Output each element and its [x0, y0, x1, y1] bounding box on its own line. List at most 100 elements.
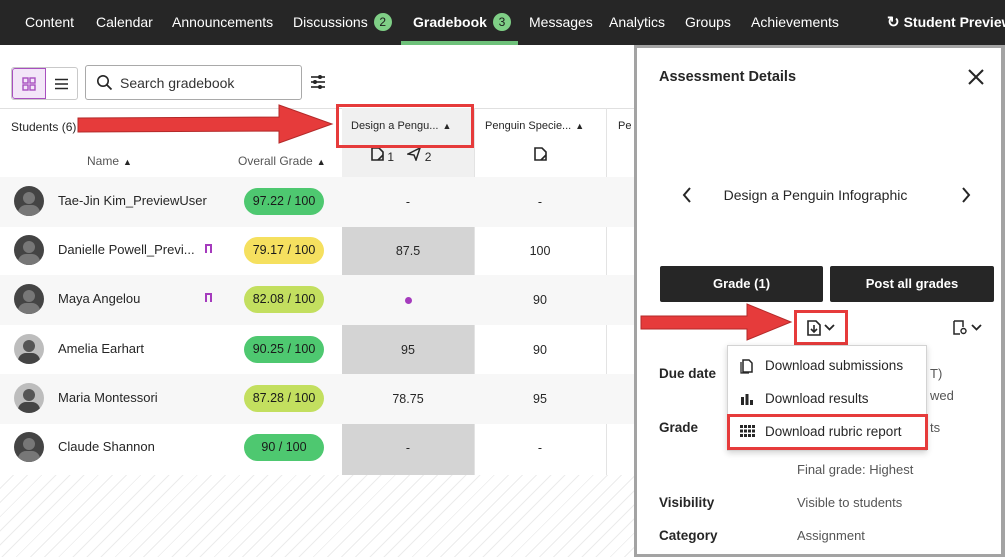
grid-view-button[interactable] — [12, 68, 46, 99]
avatar — [14, 284, 44, 314]
tab-announcements[interactable]: Announcements — [172, 0, 273, 45]
visibility-label: Visibility — [659, 495, 715, 510]
tab-label: Messages — [529, 14, 593, 30]
student-name[interactable]: Claude Shannon — [58, 439, 155, 454]
grade-cell[interactable]: - — [342, 423, 474, 473]
overall-grade-pill[interactable]: 82.08 / 100 — [244, 286, 324, 313]
column-status-icons: 1 2 — [371, 146, 432, 164]
list-icon — [54, 78, 68, 89]
grade-cell[interactable]: 78.75 — [342, 374, 474, 424]
avatar — [14, 235, 44, 265]
overall-grade-pill[interactable]: 90.25 / 100 — [244, 336, 324, 363]
submission-count: 1 — [387, 150, 395, 164]
grade-cell[interactable]: - — [474, 423, 606, 473]
visibility-value: Visible to students — [797, 495, 903, 510]
table-row[interactable]: Maya Angelou 82.08 / 100 90 — [0, 275, 634, 325]
table-row[interactable]: Tae-Jin Kim_PreviewUser 97.22 / 100 - - — [0, 177, 634, 227]
student-name[interactable]: Tae-Jin Kim_PreviewUser — [58, 193, 207, 208]
chevron-right-icon[interactable] — [961, 187, 971, 203]
column-highlight-box — [336, 104, 474, 148]
bar-chart-icon — [741, 394, 753, 405]
overall-grade-pill[interactable]: 90 / 100 — [244, 434, 324, 461]
view-toggle — [11, 67, 78, 100]
tab-label: Discussions — [293, 14, 368, 30]
search-icon — [97, 75, 113, 91]
tab-label: Analytics — [609, 14, 666, 30]
chevron-down-icon — [824, 324, 835, 331]
sort-icon: ▲ — [575, 121, 585, 131]
tab-label: Calendar — [96, 14, 153, 30]
due-date-value-partial: wed — [930, 388, 954, 403]
tab-label: Achievements — [751, 14, 839, 30]
student-name[interactable]: Maya Angelou — [58, 291, 140, 306]
empty-area — [0, 475, 634, 557]
close-icon[interactable] — [967, 68, 985, 86]
grade-cell[interactable]: 90 — [474, 275, 606, 325]
student-preview-label: Student Preview — [903, 14, 1005, 30]
tab-calendar[interactable]: Calendar — [96, 0, 153, 45]
chevron-down-icon — [971, 324, 982, 331]
student-name[interactable]: Maria Montessori — [58, 390, 158, 405]
refresh-icon: ↻ — [887, 14, 900, 31]
download-results-item[interactable]: Download results — [728, 383, 926, 415]
tab-discussions[interactable]: Discussions 2 — [293, 0, 392, 45]
count-badge: 3 — [492, 13, 511, 31]
name-column-header[interactable]: Name ▲︎ — [87, 154, 132, 168]
options-dropdown[interactable] — [953, 320, 982, 335]
download-submissions-item[interactable]: Download submissions — [728, 350, 926, 382]
grade-value-partial: ts — [930, 420, 941, 435]
grade-cell[interactable]: 87.5 — [342, 226, 474, 276]
tab-content[interactable]: Content — [25, 0, 74, 45]
grade-cell[interactable]: 95 — [474, 374, 606, 424]
list-view-button[interactable] — [46, 68, 78, 99]
avatar — [14, 383, 44, 413]
overall-grade-pill[interactable]: 79.17 / 100 — [244, 237, 324, 264]
download-dropdown-button[interactable] — [794, 310, 848, 345]
post-all-grades-button[interactable]: Post all grades — [830, 266, 994, 302]
name-header-label: Name — [87, 154, 120, 168]
sort-icon: ▲︎ — [316, 157, 326, 167]
grade-button[interactable]: Grade (1) — [660, 266, 823, 302]
posted-icon — [405, 146, 422, 163]
annotation-arrow — [77, 104, 334, 144]
posted-count: 2 — [424, 150, 432, 164]
download-menu: Download submissions Download results Do… — [727, 345, 928, 451]
panel-title: Assessment Details — [659, 69, 797, 85]
tab-analytics[interactable]: Analytics — [609, 0, 665, 45]
grade-cell[interactable]: 100 — [474, 226, 606, 276]
filter-icon[interactable] — [309, 73, 327, 91]
table-row[interactable]: Claude Shannon 90 / 100 - - — [0, 423, 634, 473]
student-preview-button[interactable]: ↻ Student Preview — [887, 0, 1005, 45]
grade-cell[interactable]: 95 — [342, 325, 474, 375]
grade-cell[interactable]: - — [342, 177, 474, 227]
student-name[interactable]: Amelia Earhart — [58, 341, 144, 356]
overall-grade-pill[interactable]: 87.28 / 100 — [244, 385, 324, 412]
rubric-icon — [740, 425, 755, 437]
table-row[interactable]: Danielle Powell_Previ... 79.17 / 100 87.… — [0, 226, 634, 276]
download-rubric-report-item[interactable]: Download rubric report — [727, 414, 928, 450]
overall-grade-pill[interactable]: 97.22 / 100 — [244, 188, 324, 215]
grade-cell[interactable]: 90 — [474, 325, 606, 375]
overall-header-label: Overall Grade — [238, 154, 313, 168]
grade-cell[interactable]: - — [474, 177, 606, 227]
tab-messages[interactable]: Messages — [529, 0, 593, 45]
search-input[interactable] — [120, 72, 295, 94]
submission-icon — [534, 147, 547, 161]
top-navigation: Content Calendar Announcements Discussio… — [0, 0, 1005, 45]
bookmark-icon — [205, 293, 212, 302]
grade-cell[interactable] — [342, 275, 474, 325]
tab-achievements[interactable]: Achievements — [751, 0, 839, 45]
overall-grade-column-header[interactable]: Overall Grade ▲︎ — [238, 154, 326, 168]
count-badge: 2 — [373, 13, 392, 31]
tab-groups[interactable]: Groups — [685, 0, 731, 45]
student-name[interactable]: Danielle Powell_Previ... — [58, 242, 195, 257]
tab-gradebook[interactable]: Gradebook 3 — [413, 0, 511, 45]
column-header-partial[interactable]: Pe — [618, 120, 631, 132]
assessment-details-panel: Assessment Details Design a Penguin Info… — [634, 45, 1005, 557]
avatar — [14, 432, 44, 462]
table-row[interactable]: Amelia Earhart 90.25 / 100 95 90 — [0, 325, 634, 375]
column-header-penguin-species[interactable]: Penguin Specie... ▲ — [485, 120, 584, 132]
column-status-icons — [534, 147, 547, 164]
table-row[interactable]: Maria Montessori 87.28 / 100 78.75 95 — [0, 374, 634, 424]
column-title: Penguin Specie... — [485, 120, 572, 132]
